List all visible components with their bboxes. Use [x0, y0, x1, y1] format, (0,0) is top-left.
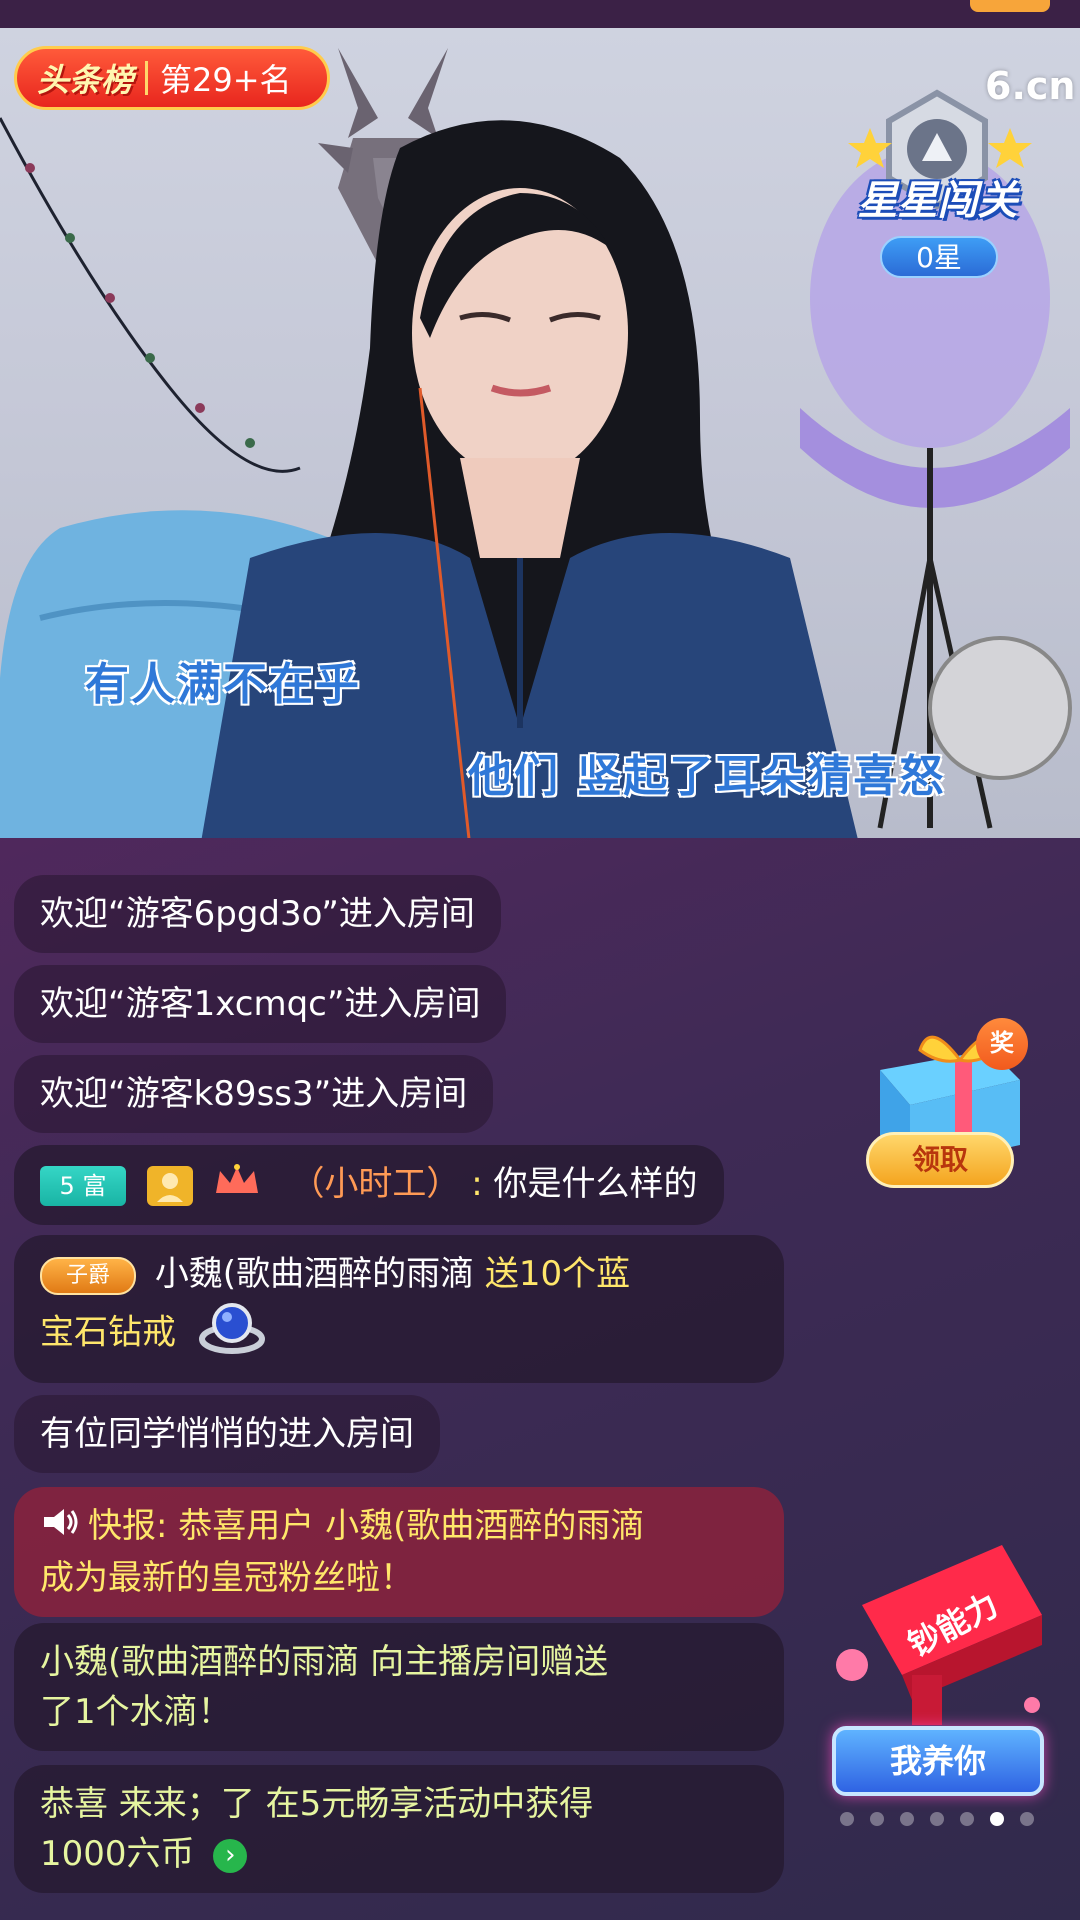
- chat-text: 欢迎“游客1xcmqc”进入房间: [40, 984, 481, 1024]
- rank-divider: [145, 61, 149, 95]
- chat-line-1: 小魏(歌曲酒醉的雨滴 向主播房间赠送: [40, 1642, 609, 1682]
- top-status-strip: [0, 0, 1080, 28]
- bulletin-line-2: 成为最新的皇冠粉丝啦！: [40, 1557, 414, 1598]
- chat-message: 欢迎“游客6pgd3o”进入房间: [14, 875, 501, 953]
- chat-message: 小魏(歌曲酒醉的雨滴 向主播房间赠送 了1个水滴！: [14, 1623, 784, 1751]
- chat-text: 你是什么样的: [493, 1164, 698, 1204]
- gift-reward-tag: 奖: [976, 1018, 1028, 1070]
- support-streamer-button[interactable]: 我养你: [832, 1726, 1044, 1796]
- user-avatar-badge-icon: [146, 1165, 193, 1206]
- chat-separator: :: [471, 1164, 483, 1204]
- carousel-dot[interactable]: [870, 1812, 884, 1826]
- rank-title: 头条榜: [37, 61, 134, 99]
- claim-gift-button[interactable]: 领取: [866, 1132, 1014, 1188]
- carousel-dot[interactable]: [930, 1812, 944, 1826]
- crown-icon: [214, 1161, 260, 1211]
- chat-message-bulletin: 快报: 恭喜用户 小魏(歌曲酒醉的雨滴 成为最新的皇冠粉丝啦！: [14, 1487, 784, 1617]
- gift-action-text: 送10个蓝: [484, 1254, 631, 1294]
- widget-carousel-dots: [840, 1812, 1034, 1826]
- chat-text: 欢迎“游客6pgd3o”进入房间: [40, 894, 475, 934]
- chat-message: 恭喜 来来；了 在5元畅享活动中获得 1000六币 ›: [14, 1765, 784, 1893]
- chat-text: 有位同学悄悄的进入房间: [40, 1414, 414, 1454]
- viscount-badge: 子爵: [40, 1256, 136, 1295]
- chat-message: 子爵 小魏(歌曲酒醉的雨滴 送10个蓝 宝石钻戒: [14, 1235, 784, 1383]
- chat-message: 欢迎“游客1xcmqc”进入房间: [14, 965, 507, 1043]
- chat-username[interactable]: （小时工）: [290, 1164, 460, 1204]
- carousel-dot-active[interactable]: [990, 1812, 1004, 1826]
- chevron-right-icon[interactable]: ›: [213, 1838, 248, 1873]
- top-tab-indicator[interactable]: [970, 0, 1050, 12]
- bulletin-line-1: 恭喜用户 小魏(歌曲酒醉的雨滴: [167, 1506, 645, 1546]
- streamer-figure: [201, 120, 858, 838]
- live-video-stream[interactable]: 有人满不在乎 他们 竖起了耳朵猜喜怒 头条榜 第29+名 6.cn 星星闯关 0…: [0, 28, 1080, 838]
- chat-line-2: 了1个水滴！: [40, 1692, 232, 1732]
- carousel-dot[interactable]: [840, 1812, 854, 1826]
- speaker-icon: [40, 1503, 80, 1553]
- carousel-dot[interactable]: [1020, 1812, 1034, 1826]
- rank-value: 第29+名: [160, 61, 292, 99]
- chat-text: 欢迎“游客k89ss3”进入房间: [40, 1074, 468, 1114]
- carousel-dot[interactable]: [960, 1812, 974, 1826]
- lyric-line-2: 他们 竖起了耳朵猜喜怒: [468, 751, 946, 802]
- star-level-title[interactable]: 星星闯关: [845, 168, 1030, 226]
- chat-message: 有位同学悄悄的进入房间: [14, 1395, 440, 1473]
- chat-username[interactable]: 小魏(歌曲酒醉的雨滴: [155, 1254, 474, 1294]
- gift-name-text: 宝石钻戒: [40, 1312, 176, 1353]
- chat-line-1: 恭喜 来来；了 在5元畅享活动中获得: [40, 1784, 594, 1824]
- carousel-dot[interactable]: [900, 1812, 914, 1826]
- headline-rank-badge[interactable]: 头条榜 第29+名: [14, 46, 330, 110]
- chat-message: 5 富 （小时工） : 你是什么样的: [14, 1145, 724, 1225]
- sapphire-ring-icon: [197, 1299, 267, 1369]
- lyric-line-1: 有人满不在乎: [85, 659, 361, 710]
- wealth-level-badge: 5 富: [40, 1165, 126, 1206]
- chat-line-2: 1000六币: [40, 1834, 195, 1874]
- chat-message: 欢迎“游客k89ss3”进入房间: [14, 1055, 494, 1133]
- bulletin-prefix: 快报:: [88, 1506, 168, 1546]
- star-level-count: 0星: [880, 236, 998, 278]
